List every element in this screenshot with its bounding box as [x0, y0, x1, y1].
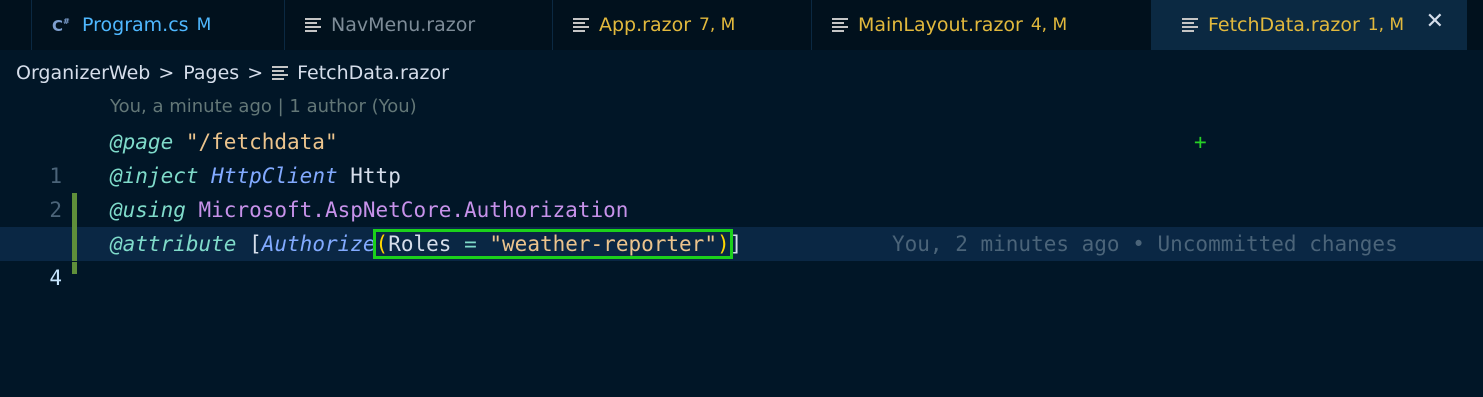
svg-text:#: # — [63, 17, 70, 26]
lines-file-icon — [272, 66, 289, 80]
token-bracket: ] — [729, 232, 743, 256]
code-content: @using Microsoft.AspNetCore.Authorizatio… — [110, 193, 628, 227]
tab-label: NavMenu.razor — [331, 14, 476, 36]
tab-label: Program.cs — [82, 14, 189, 36]
token-namespace: Microsoft.AspNetCore.Authorization — [198, 198, 629, 222]
token-operator: = — [464, 232, 477, 256]
csharp-icon: C # — [52, 15, 72, 35]
tab-badge: 7, M — [699, 15, 736, 35]
chevron-right-icon: > — [247, 62, 264, 84]
tab-bar: C # Program.cs M NavMenu.razor App.razor … — [0, 0, 1483, 50]
token-type: Authorize — [261, 232, 376, 256]
highlighted-arguments: (Roles = "weather-reporter") — [372, 229, 733, 259]
breadcrumb-item-pages[interactable]: Pages — [183, 62, 239, 84]
token-directive: @page — [110, 130, 174, 154]
breadcrumb-item-organizerweb[interactable]: OrganizerWeb — [16, 62, 150, 84]
token-paren: ( — [375, 232, 389, 256]
tab-bar-left-spacer — [0, 0, 32, 50]
token-type: HttpClient — [211, 164, 338, 188]
close-icon[interactable]: ✕ — [1426, 9, 1444, 34]
code-line-partial — [0, 262, 1483, 274]
lines-file-icon — [832, 18, 848, 32]
git-modified-gutter-mark — [72, 227, 77, 261]
token-directive: @attribute — [110, 232, 237, 256]
code-line[interactable]: 3 @using Microsoft.AspNetCore.Authorizat… — [0, 193, 1483, 256]
token-string: "/fetchdata" — [185, 130, 338, 154]
tab-label: FetchData.razor — [1208, 14, 1360, 36]
breadcrumb-item-fetchdata[interactable]: FetchData.razor — [297, 62, 449, 84]
code-line-current[interactable]: 4 @attribute [Authorize(Roles = "weather… — [0, 227, 1483, 290]
tab-badge: 4, M — [1030, 15, 1068, 35]
lines-file-icon — [305, 18, 321, 32]
code-content: @attribute [Authorize(Roles = "weather-r… — [110, 227, 742, 261]
git-modified-gutter-mark — [72, 193, 77, 227]
svg-text:C: C — [52, 17, 63, 35]
lines-file-icon — [573, 18, 589, 32]
tab-program-cs[interactable]: C # Program.cs M — [32, 0, 285, 50]
tab-mainlayout-razor[interactable]: MainLayout.razor 4, M — [812, 0, 1152, 50]
tab-label: App.razor — [599, 14, 692, 36]
codelens-blame-header[interactable]: You, a minute ago | 1 author (You) — [110, 96, 417, 117]
tab-fetchdata-razor[interactable]: FetchData.razor 1, M ✕ — [1152, 0, 1467, 50]
tab-badge: M — [196, 15, 212, 35]
added-line-marker: + — [1194, 130, 1207, 154]
chevron-right-icon: > — [158, 62, 175, 84]
tab-app-razor[interactable]: App.razor 7, M — [553, 0, 812, 50]
inline-blame-annotation: You, 2 minutes ago • Uncommitted changes — [892, 232, 1398, 256]
token-directive: @inject — [110, 164, 199, 188]
token-identifier: Http — [350, 164, 401, 188]
tab-label: MainLayout.razor — [858, 14, 1023, 36]
token-paren: ) — [716, 232, 730, 256]
token-bracket: [ — [249, 232, 262, 256]
code-line[interactable]: 1 @page "/fetchdata" + — [0, 125, 1483, 188]
breadcrumb: OrganizerWeb > Pages > FetchData.razor — [16, 58, 449, 88]
token-identifier: Roles — [388, 232, 452, 256]
token-string: "weather-reporter" — [489, 232, 717, 256]
tab-badge: 1, M — [1367, 15, 1405, 35]
git-modified-gutter-mark — [72, 262, 77, 274]
code-line[interactable]: 2 @inject HttpClient Http — [0, 159, 1483, 222]
code-content: @page "/fetchdata" — [110, 125, 338, 159]
code-content: @inject HttpClient Http — [110, 159, 401, 193]
lines-file-icon — [1182, 18, 1198, 32]
tab-navmenu-razor[interactable]: NavMenu.razor — [285, 0, 553, 50]
token-directive: @using — [110, 198, 186, 222]
